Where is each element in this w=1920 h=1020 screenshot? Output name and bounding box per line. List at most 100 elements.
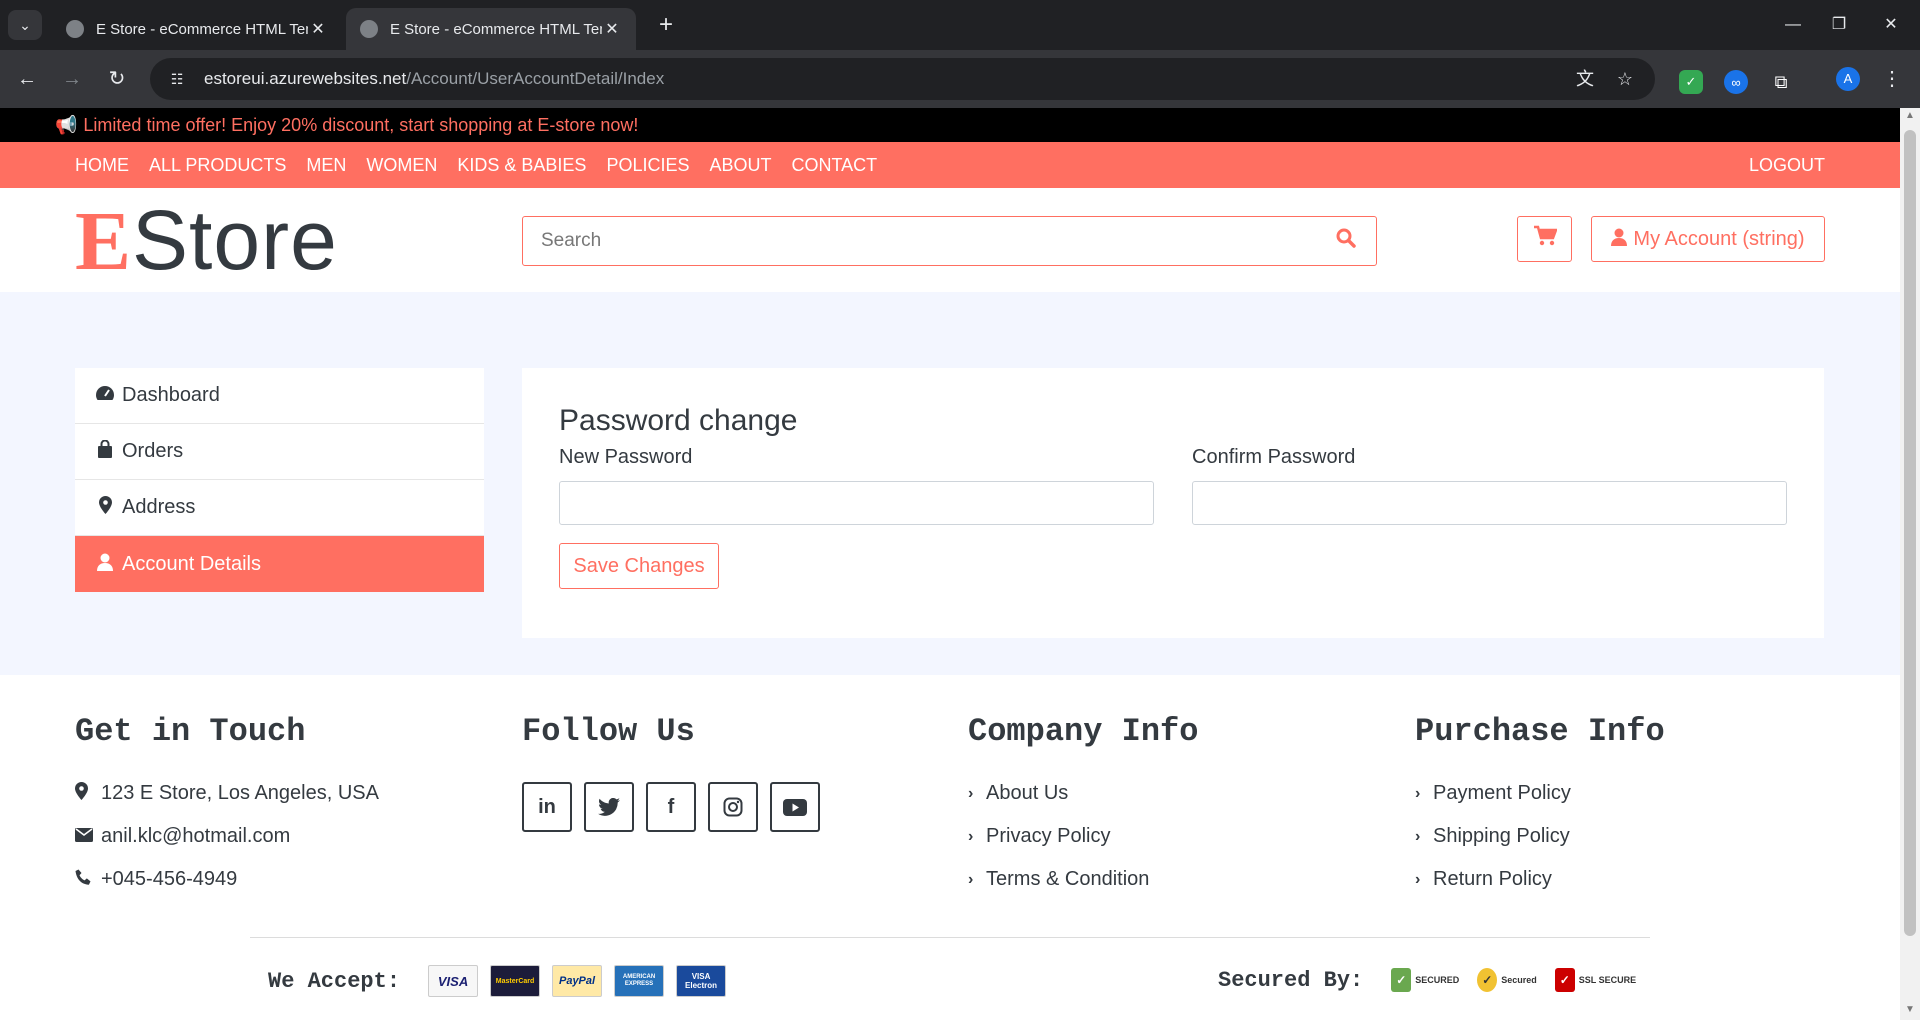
confirm-password-field[interactable] (1192, 481, 1787, 525)
site-info-icon[interactable]: ☷ (166, 68, 188, 90)
password-change-panel: Password change New Password Confirm Pas… (522, 368, 1824, 638)
dashboard-icon (94, 385, 116, 406)
shield-extension-icon[interactable]: ✓ (1679, 70, 1703, 94)
search-input[interactable] (541, 230, 1334, 252)
nav-contact[interactable]: CONTACT (791, 155, 877, 176)
save-changes-button[interactable]: Save Changes (559, 543, 719, 589)
security-seals: Secured By: ✓ SECURED ✓ Secured ✓ SSL SECUR… (1218, 965, 1654, 995)
infinity-extension-icon[interactable]: ∞ (1724, 70, 1748, 94)
chevron-right-icon: › (1415, 870, 1421, 888)
sidebar-item-orders[interactable]: Orders (75, 424, 484, 480)
sidebar-item-label: Dashboard (122, 384, 220, 406)
map-marker-icon (94, 496, 116, 519)
footer-divider (250, 937, 1650, 938)
browser-tab-2[interactable]: E Store - eCommerce HTML Template ✕ (346, 8, 636, 50)
search-bar (522, 216, 1377, 266)
announcement-bar: 📢 Limited time offer! Enjoy 20% discount… (0, 108, 1900, 142)
footer-purchase-info: Purchase Info › Payment Policy › Shipping … (1415, 713, 1835, 901)
new-password-label: New Password (559, 446, 693, 468)
footer-email: anil.klc@hotmail.com (75, 815, 495, 858)
linkedin-icon[interactable]: in (522, 782, 572, 832)
shopping-bag-icon (94, 439, 116, 463)
site-footer: Get in Touch 123 E Store, Los Angeles, U… (0, 675, 1900, 1020)
browser-tab-bar: ⌄ E Store - eCommerce HTML Template ✕ E … (0, 0, 1920, 50)
new-tab-button[interactable]: + (652, 12, 680, 40)
nav-policies[interactable]: POLICIES (606, 155, 689, 176)
phone-icon (75, 869, 97, 891)
youtube-icon[interactable] (770, 782, 820, 832)
reload-button[interactable]: ↻ (102, 64, 132, 94)
user-icon (94, 553, 116, 576)
nav-all-products[interactable]: ALL PRODUCTS (149, 155, 286, 176)
browser-menu-icon[interactable]: ⋮ (1880, 64, 1904, 94)
sidebar-item-label: Account Details (122, 552, 261, 575)
page-scrollbar[interactable]: ▲ ▼ (1900, 108, 1920, 1020)
bookmark-star-icon[interactable]: ☆ (1612, 66, 1638, 92)
close-icon[interactable]: ✕ (308, 19, 328, 39)
sidebar-item-account-details[interactable]: Account Details (75, 536, 484, 592)
account-sidebar: Dashboard Orders Address Account Details (75, 368, 484, 592)
footer-phone: +045-456-4949 (75, 858, 495, 901)
new-password-field[interactable] (559, 481, 1154, 525)
footer-link-privacy-policy[interactable]: › Privacy Policy (968, 815, 1388, 858)
sidebar-item-label: Orders (122, 440, 184, 462)
nav-men[interactable]: MEN (306, 155, 346, 176)
restore-button[interactable]: ❐ (1816, 10, 1862, 40)
footer-link-terms[interactable]: › Terms & Condition (968, 858, 1388, 901)
envelope-icon (75, 827, 97, 847)
footer-link-payment-policy[interactable]: › Payment Policy (1415, 772, 1835, 815)
chevron-right-icon: › (1415, 827, 1421, 845)
browser-tab-1[interactable]: E Store - eCommerce HTML Template ✕ (52, 8, 342, 50)
email-text[interactable]: anil.klc@hotmail.com (101, 825, 290, 848)
secured-seal-icon: ✓ SECURED (1391, 965, 1459, 995)
footer-link-return-policy[interactable]: › Return Policy (1415, 858, 1835, 901)
extensions-puzzle-icon[interactable]: ⧉ (1769, 70, 1793, 94)
scroll-down-arrow-icon[interactable]: ▼ (1904, 1004, 1916, 1016)
main-navigation: HOME ALL PRODUCTS MEN WOMEN KIDS & BABIE… (0, 142, 1900, 188)
estore-logo[interactable]: EStore (75, 194, 338, 288)
sidebar-item-label: Address (122, 496, 196, 518)
footer-heading: Purchase Info (1415, 713, 1665, 750)
back-button[interactable]: ← (12, 64, 42, 94)
footer-company-info: Company Info › About Us › Privacy Policy ›… (968, 713, 1388, 901)
sidebar-item-address[interactable]: Address (75, 480, 484, 536)
translate-icon[interactable]: 文 (1572, 66, 1598, 92)
nav-women[interactable]: WOMEN (366, 155, 437, 176)
panel-title: Password change (559, 404, 798, 437)
minimize-button[interactable]: — (1770, 10, 1816, 40)
social-links: in f (522, 782, 942, 832)
footer-heading: Company Info (968, 713, 1199, 750)
my-account-button[interactable]: My Account (string) (1591, 216, 1825, 262)
footer-heading: Get in Touch (75, 713, 306, 750)
window-close-button[interactable]: ✕ (1868, 10, 1914, 40)
instagram-icon[interactable] (708, 782, 758, 832)
sidebar-item-dashboard[interactable]: Dashboard (75, 368, 484, 424)
footer-link-about-us[interactable]: › About Us (968, 772, 1388, 815)
map-marker-icon (75, 782, 97, 805)
tab-search-button[interactable]: ⌄ (8, 10, 42, 40)
logout-link[interactable]: LOGOUT (1749, 142, 1825, 188)
profile-avatar[interactable]: A (1836, 67, 1860, 91)
phone-text: +045-456-4949 (101, 868, 238, 890)
footer-link-shipping-policy[interactable]: › Shipping Policy (1415, 815, 1835, 858)
my-account-label: My Account (string) (1633, 227, 1805, 250)
we-accept-label: We Accept: (268, 968, 401, 994)
url-text[interactable]: estoreui.azurewebsites.net/Account/UserA… (204, 69, 664, 89)
chevron-right-icon: › (968, 870, 974, 888)
cart-button[interactable] (1517, 216, 1572, 262)
address-bar[interactable]: ☷ estoreui.azurewebsites.net/Account/Use… (150, 58, 1655, 100)
nav-about[interactable]: ABOUT (709, 155, 771, 176)
scroll-up-arrow-icon[interactable]: ▲ (1904, 110, 1916, 122)
search-icon[interactable] (1334, 228, 1358, 254)
nav-kids-babies[interactable]: KIDS & BABIES (457, 155, 586, 176)
facebook-icon[interactable]: f (646, 782, 696, 832)
nav-home[interactable]: HOME (75, 155, 129, 176)
page-viewport: 📢 Limited time offer! Enjoy 20% discount… (0, 108, 1920, 1020)
user-icon (1611, 228, 1628, 251)
forward-button[interactable]: → (57, 64, 87, 94)
ssl-secure-seal-icon: ✓ SSL SECURE (1554, 965, 1636, 995)
close-icon[interactable]: ✕ (602, 19, 622, 39)
tab-title: E Store - eCommerce HTML Template (390, 20, 602, 38)
scrollbar-thumb[interactable] (1904, 130, 1916, 936)
twitter-icon[interactable] (584, 782, 634, 832)
